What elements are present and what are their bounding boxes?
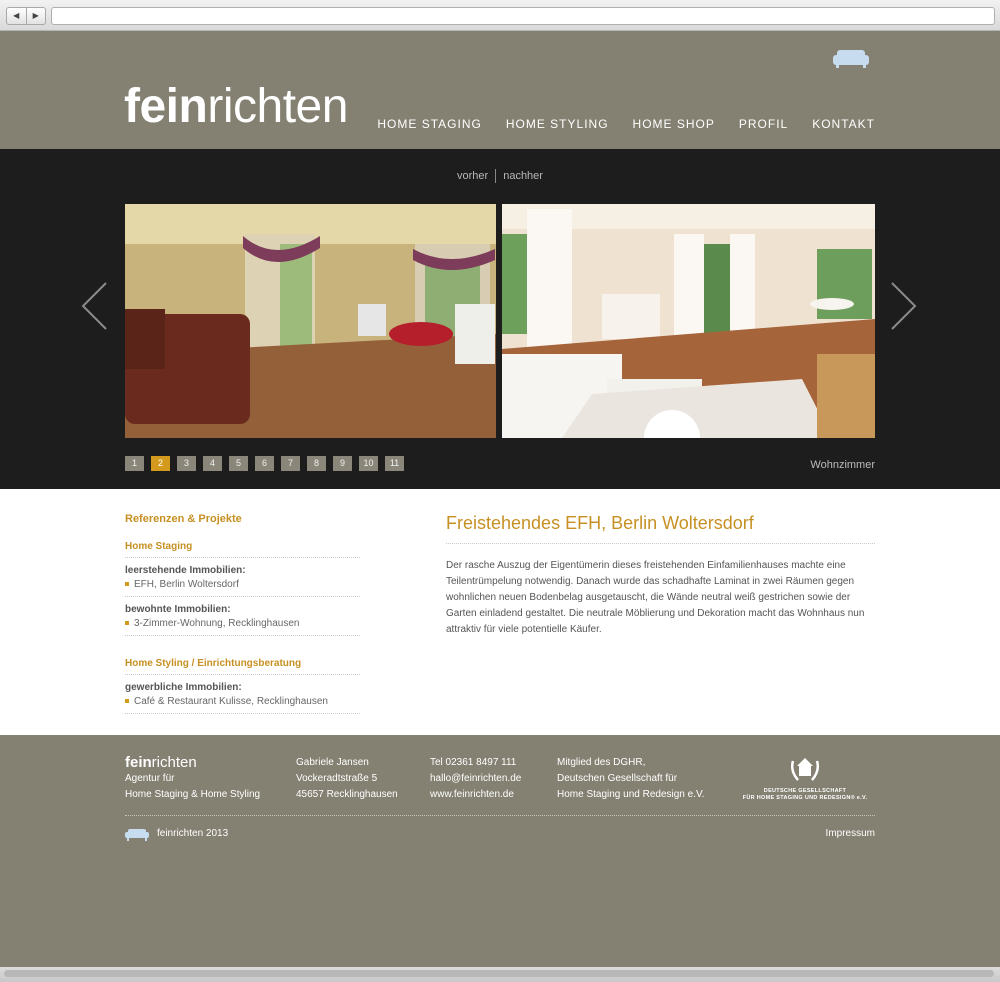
footer-contact: Tel 02361 8497 111 hallo@feinrichten.de …	[430, 755, 521, 803]
nav-home-shop[interactable]: HOME SHOP	[633, 117, 715, 131]
page-10[interactable]: 10	[359, 456, 378, 471]
agency-line: Home Staging & Home Styling	[125, 789, 261, 800]
toggle-after[interactable]: nachher	[496, 170, 550, 182]
page-4[interactable]: 4	[203, 456, 222, 471]
chevron-left-icon[interactable]	[80, 281, 110, 331]
website-link[interactable]: www.feinrichten.de	[430, 787, 521, 803]
main-content: Referenzen & Projekte Home Staging leers…	[0, 489, 1000, 735]
nav-profil[interactable]: PROFIL	[739, 117, 788, 131]
project-link[interactable]: EFH, Berlin Woltersdorf	[125, 579, 360, 590]
address-bar[interactable]	[51, 7, 995, 25]
logo-light: richten	[207, 80, 348, 133]
copyright: feinrichten 2013	[157, 828, 229, 839]
section-heading-home-styling[interactable]: Home Styling / Einrichtungsberatung	[125, 658, 360, 675]
logo-bold: fein	[124, 80, 208, 133]
membership-line: Mitglied des DGHR,	[557, 757, 646, 768]
browser-nav-buttons: ◀ ▶	[6, 7, 46, 25]
nav-home-styling[interactable]: HOME STYLING	[506, 117, 609, 131]
membership-line: Deutschen Gesellschaft für	[557, 773, 678, 784]
after-photo	[502, 204, 875, 438]
email-link[interactable]: hallo@feinrichten.de	[430, 771, 521, 787]
group-vacant: leerstehende Immobilien: EFH, Berlin Wol…	[125, 558, 360, 597]
article: Freistehendes EFH, Berlin Woltersdorf De…	[446, 513, 875, 638]
before-after-toggle: vorher nachher	[0, 169, 1000, 183]
membership-line: Home Staging und Redesign e.V.	[557, 789, 705, 800]
agency-line: Agentur für	[125, 773, 175, 784]
site-footer: feinrichten Agentur für Home Staging & H…	[0, 735, 1000, 967]
page-5[interactable]: 5	[229, 456, 248, 471]
project-link[interactable]: Café & Restaurant Kulisse, Recklinghause…	[125, 696, 360, 707]
article-text: Der rasche Auszug der Eigentümerin diese…	[446, 560, 865, 635]
group-label: gewerbliche Immobilien:	[125, 682, 242, 693]
dghr-line: FÜR HOME STAGING UND REDESIGN® e.V.	[742, 795, 868, 801]
sidebar: Referenzen & Projekte Home Staging leers…	[125, 513, 360, 714]
page-9[interactable]: 9	[333, 456, 352, 471]
chevron-right-icon[interactable]	[888, 281, 918, 331]
image-slider: vorher nachher 1 2 3 4 5 6 7 8 9 10 11 W…	[0, 149, 1000, 489]
group-label: leerstehende Immobilien:	[125, 565, 246, 576]
page-11[interactable]: 11	[385, 456, 404, 471]
slide-caption: Wohnzimmer	[810, 459, 875, 471]
footer-logo: feinrichten	[125, 755, 260, 771]
page-3[interactable]: 3	[177, 456, 196, 471]
toggle-before[interactable]: vorher	[450, 170, 495, 182]
footer-agency: feinrichten Agentur für Home Staging & H…	[125, 755, 260, 803]
main-navigation: HOME STAGING HOME STYLING HOME SHOP PROF…	[353, 117, 875, 131]
forward-icon[interactable]: ▶	[27, 8, 46, 24]
sofa-icon[interactable]	[832, 47, 870, 69]
address-line: Gabriele Jansen	[296, 757, 369, 768]
before-photo	[125, 204, 496, 438]
page-2[interactable]: 2	[151, 456, 170, 471]
sidebar-title: Referenzen & Projekte	[125, 513, 242, 525]
footer-address: Gabriele Jansen Vockeradtstraße 5 45657 …	[296, 755, 398, 803]
horizontal-scrollbar[interactable]	[4, 970, 994, 977]
page-6[interactable]: 6	[255, 456, 274, 471]
page-1[interactable]: 1	[125, 456, 144, 471]
browser-statusbar	[0, 967, 1000, 982]
dghr-logo[interactable]: DEUTSCHE GESELLSCHAFT FÜR HOME STAGING U…	[738, 755, 872, 802]
project-link[interactable]: 3-Zimmer-Wohnung, Recklinghausen	[125, 618, 360, 629]
browser-toolbar: ◀ ▶	[0, 0, 1000, 31]
section-heading-home-staging[interactable]: Home Staging	[125, 541, 360, 558]
footer-membership: Mitglied des DGHR, Deutschen Gesellschaf…	[557, 755, 705, 803]
nav-home-staging[interactable]: HOME STAGING	[377, 117, 481, 131]
phone[interactable]: Tel 02361 8497 111	[430, 755, 521, 771]
group-occupied: bewohnte Immobilien: 3-Zimmer-Wohnung, R…	[125, 597, 360, 636]
page-8[interactable]: 8	[307, 456, 326, 471]
sofa-icon	[125, 829, 149, 841]
address-line: Vockeradtstraße 5	[296, 773, 378, 784]
dghr-line: DEUTSCHE GESELLSCHAFT	[763, 788, 847, 794]
site-logo[interactable]: feinrichten	[124, 79, 348, 134]
article-title: Freistehendes EFH, Berlin Woltersdorf	[446, 513, 875, 544]
group-commercial: gewerbliche Immobilien: Café & Restauran…	[125, 675, 360, 714]
footer-logo-bold: fein	[125, 754, 152, 771]
group-label: bewohnte Immobilien:	[125, 604, 231, 615]
footer-divider	[125, 815, 875, 816]
slide-pagination: 1 2 3 4 5 6 7 8 9 10 11	[125, 456, 404, 471]
site-header: feinrichten HOME STAGING HOME STYLING HO…	[0, 31, 1000, 149]
back-icon[interactable]: ◀	[7, 8, 27, 24]
webpage: feinrichten HOME STAGING HOME STYLING HO…	[0, 31, 1000, 967]
nav-kontakt[interactable]: KONTAKT	[812, 117, 875, 131]
laurel-house-icon	[790, 758, 820, 781]
address-line: 45657 Recklinghausen	[296, 789, 398, 800]
impressum-link[interactable]: Impressum	[826, 828, 875, 839]
page-7[interactable]: 7	[281, 456, 300, 471]
footer-logo-light: richten	[151, 754, 197, 771]
